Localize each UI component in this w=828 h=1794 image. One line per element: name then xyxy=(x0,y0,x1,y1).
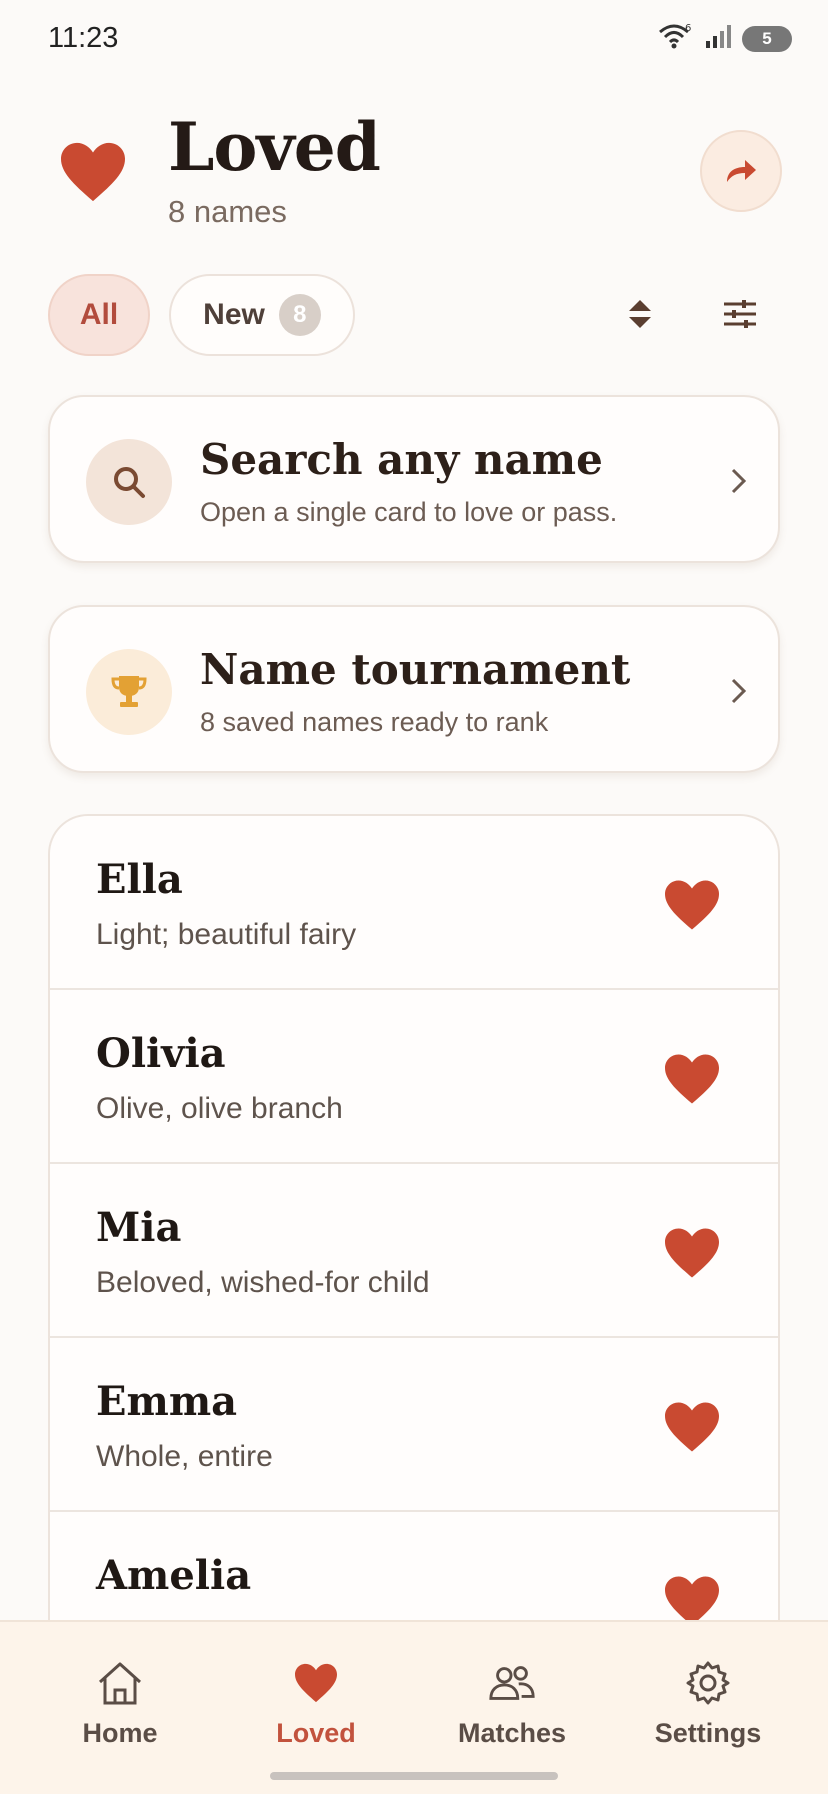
heart-icon[interactable] xyxy=(662,878,722,932)
nav-matches[interactable]: Matches xyxy=(422,1622,602,1762)
svg-text:6: 6 xyxy=(685,23,691,34)
name-title: Olivia xyxy=(96,1030,226,1077)
filter-chip-all[interactable]: All xyxy=(48,274,150,356)
filter-chip-new[interactable]: New 8 xyxy=(169,274,355,356)
list-item[interactable]: Mia Beloved, wished-for child xyxy=(50,1164,778,1338)
new-count-badge: 8 xyxy=(278,294,321,336)
nav-loved[interactable]: Loved xyxy=(226,1622,406,1762)
list-item[interactable]: Emma Whole, entire xyxy=(50,1338,778,1512)
list-item[interactable]: Olivia Olive, olive branch xyxy=(50,990,778,1164)
name-meaning: Olive, olive branch xyxy=(96,1092,343,1125)
name-meaning: Beloved, wished-for child xyxy=(96,1266,430,1299)
battery-icon: 5 xyxy=(742,25,792,52)
search-card-description: Open a single card to love or pass. xyxy=(200,497,618,527)
heart-icon[interactable] xyxy=(662,1226,722,1280)
nav-settings[interactable]: Settings xyxy=(618,1622,798,1762)
filter-chip-all-label: All xyxy=(79,298,119,331)
nav-loved-label: Loved xyxy=(276,1718,356,1748)
search-icon-circle xyxy=(86,439,172,525)
status-bar: 11:23 6 5 xyxy=(0,0,828,78)
status-icons: 6 5 xyxy=(658,22,792,55)
sort-button[interactable] xyxy=(620,294,660,334)
status-time: 11:23 xyxy=(48,22,119,54)
battery-level: 5 xyxy=(762,28,772,48)
name-title: Emma xyxy=(96,1378,238,1425)
share-icon xyxy=(727,160,756,182)
name-meaning: Whole, entire xyxy=(96,1440,273,1473)
home-icon xyxy=(95,1660,145,1706)
name-title: Amelia xyxy=(96,1552,252,1599)
people-icon xyxy=(487,1660,537,1706)
nav-home[interactable]: Home xyxy=(30,1622,210,1762)
sliders-icon xyxy=(724,300,756,328)
chevron-right-icon xyxy=(731,678,747,704)
tournament-card-description: 8 saved names ready to rank xyxy=(200,707,549,737)
heart-icon[interactable] xyxy=(662,1052,722,1106)
nav-home-label: Home xyxy=(82,1718,158,1748)
share-button[interactable] xyxy=(700,130,782,212)
tournament-card-title: Name tournament xyxy=(200,645,631,694)
page-title: Loved xyxy=(168,108,381,186)
chevron-right-icon xyxy=(731,468,747,494)
gear-icon xyxy=(683,1660,733,1706)
trophy-icon xyxy=(111,676,147,707)
nav-matches-label: Matches xyxy=(457,1718,567,1748)
heart-icon xyxy=(61,142,125,202)
search-icon xyxy=(114,467,145,498)
search-name-card[interactable]: Search any name Open a single card to lo… xyxy=(48,395,780,563)
search-card-title: Search any name xyxy=(200,435,603,484)
name-title: Ella xyxy=(96,856,183,903)
heart-icon xyxy=(291,1660,341,1706)
name-title: Mia xyxy=(96,1204,182,1251)
bottom-navigation: Home Loved Matches Settings xyxy=(0,1620,828,1794)
trophy-icon-circle xyxy=(86,649,172,735)
name-meaning: Light; beautiful fairy xyxy=(96,918,357,951)
heart-icon[interactable] xyxy=(662,1400,722,1454)
nav-settings-label: Settings xyxy=(654,1718,762,1748)
name-tournament-card[interactable]: Name tournament 8 saved names ready to r… xyxy=(48,605,780,773)
page-subtitle: 8 names xyxy=(168,194,287,229)
home-indicator[interactable] xyxy=(270,1772,558,1780)
filter-chip-new-label: New xyxy=(203,298,265,331)
list-item[interactable]: Ella Light; beautiful fairy xyxy=(50,816,778,990)
signal-icon xyxy=(704,23,732,54)
wifi-icon: 6 xyxy=(658,22,694,55)
filter-settings-button[interactable] xyxy=(716,294,764,334)
sort-icon xyxy=(629,300,651,328)
